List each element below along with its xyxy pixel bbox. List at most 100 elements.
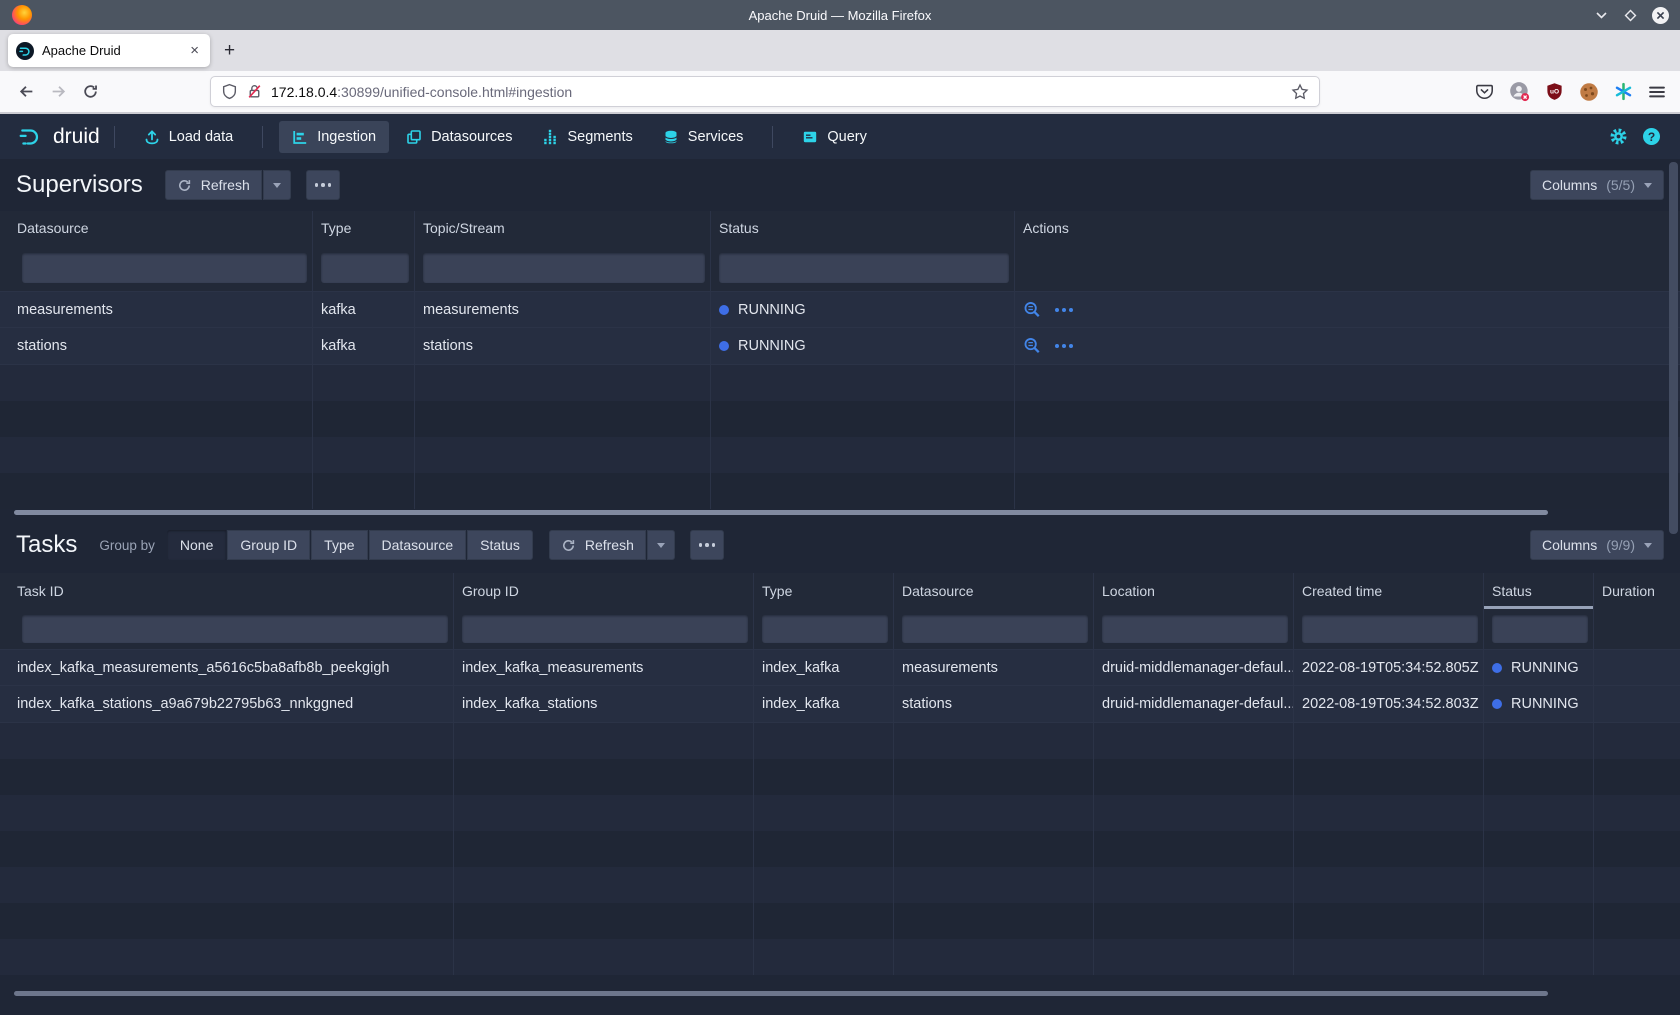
task-row-stations[interactable]: index_kafka_stations_a9a679b22795b63_nnk… xyxy=(0,686,1680,723)
task-id-filter-input[interactable] xyxy=(22,615,448,643)
forward-icon[interactable] xyxy=(42,77,74,107)
tasks-more-button[interactable] xyxy=(690,530,724,560)
settings-gear-icon[interactable] xyxy=(1609,127,1628,146)
nav-item-load-data[interactable]: Load data xyxy=(131,121,247,153)
menu-hamburger-icon[interactable] xyxy=(1648,83,1666,101)
supervisors-columns-button[interactable]: Columns (5/5) xyxy=(1530,170,1664,200)
inspect-magnifier-icon[interactable] xyxy=(1023,337,1041,355)
group-id-filter-input[interactable] xyxy=(462,615,748,643)
status-filter-input[interactable] xyxy=(719,253,1009,283)
divider xyxy=(262,126,263,148)
supervisors-refresh-caret-button[interactable] xyxy=(263,170,291,200)
supervisors-filter-row xyxy=(0,245,1680,291)
reload-icon[interactable] xyxy=(74,77,106,107)
url-bar[interactable]: 172.18.0.4:30899/unified-console.html#in… xyxy=(210,76,1320,107)
column-header-datasource[interactable]: Datasource xyxy=(894,573,1094,609)
help-icon[interactable]: ? xyxy=(1643,128,1660,145)
group-by-datasource-button[interactable]: Datasource xyxy=(369,530,467,560)
browser-toolbar: 172.18.0.4:30899/unified-console.html#in… xyxy=(0,71,1680,114)
empty-cell xyxy=(454,939,754,975)
inspect-magnifier-icon[interactable] xyxy=(1023,301,1041,319)
extension-asterisk-icon[interactable] xyxy=(1614,82,1633,101)
nav-item-ingestion[interactable]: Ingestion xyxy=(279,121,389,153)
task-row-measurements[interactable]: index_kafka_measurements_a5616c5ba8afb8b… xyxy=(0,649,1680,686)
datasources-icon xyxy=(406,129,422,145)
ublock-icon[interactable]: uO xyxy=(1545,82,1564,101)
type-filter-input[interactable] xyxy=(321,253,409,283)
column-header-created-time[interactable]: Created time xyxy=(1294,573,1484,609)
topic-filter-input[interactable] xyxy=(423,253,705,283)
tasks-columns-button[interactable]: Columns (9/9) xyxy=(1530,530,1664,560)
browser-tab-apache-druid[interactable]: Apache Druid × xyxy=(8,34,210,67)
insecure-lock-icon[interactable] xyxy=(246,83,263,100)
group-by-status-button[interactable]: Status xyxy=(467,530,533,560)
nav-item-datasources[interactable]: Datasources xyxy=(393,121,525,153)
window-minimize-icon[interactable] xyxy=(1593,7,1610,24)
column-header-duration[interactable]: Duration xyxy=(1594,573,1680,609)
cookie-icon[interactable] xyxy=(1579,82,1599,102)
empty-cell xyxy=(1094,723,1294,759)
empty-cell xyxy=(1484,831,1594,867)
nav-item-segments[interactable]: Segments xyxy=(529,121,645,153)
tracking-shield-icon[interactable] xyxy=(221,83,238,100)
empty-cell xyxy=(0,723,454,759)
tasks-refresh-button[interactable]: Refresh xyxy=(549,530,646,560)
empty-cell xyxy=(754,867,894,903)
empty-cell xyxy=(1294,939,1484,975)
empty-cell xyxy=(1294,831,1484,867)
type-filter-input[interactable] xyxy=(762,615,888,643)
supervisors-more-button[interactable] xyxy=(306,170,340,200)
supervisors-refresh-button[interactable]: Refresh xyxy=(165,170,262,200)
page-vertical-scrollbar[interactable] xyxy=(1669,162,1678,1002)
empty-row xyxy=(0,437,1680,473)
row-more-icon[interactable] xyxy=(1055,344,1073,348)
supervisor-row-stations[interactable]: stations kafka stations RUNNING xyxy=(0,328,1680,365)
tasks-header: Tasks Group by None Group ID Type Dataso… xyxy=(0,517,1680,573)
empty-cell xyxy=(1294,903,1484,939)
account-icon[interactable] xyxy=(1509,81,1530,102)
group-by-label: Group by xyxy=(99,538,155,553)
tab-close-icon[interactable]: × xyxy=(187,42,202,59)
created-time-filter-input[interactable] xyxy=(1302,615,1478,643)
bookmark-star-icon[interactable] xyxy=(1291,83,1309,101)
empty-cell xyxy=(1594,831,1680,867)
tasks-refresh-caret-button[interactable] xyxy=(647,530,675,560)
datasource-filter-input[interactable] xyxy=(22,253,307,283)
supervisor-row-measurements[interactable]: measurements kafka measurements RUNNING xyxy=(0,291,1680,328)
running-dot-icon xyxy=(1492,663,1502,673)
row-more-icon[interactable] xyxy=(1055,308,1073,312)
column-header-actions[interactable]: Actions xyxy=(1015,211,1680,245)
new-tab-button[interactable]: + xyxy=(224,41,235,60)
empty-cell xyxy=(754,759,894,795)
column-header-type[interactable]: Type xyxy=(313,211,415,245)
nav-item-query[interactable]: Query xyxy=(789,121,880,153)
nav-item-services[interactable]: Services xyxy=(650,121,757,153)
group-by-type-button[interactable]: Type xyxy=(311,530,367,560)
location-filter-input[interactable] xyxy=(1102,615,1288,643)
column-header-datasource[interactable]: Datasource xyxy=(0,211,313,245)
column-header-topic-stream[interactable]: Topic/Stream xyxy=(415,211,711,245)
group-by-none-button[interactable]: None xyxy=(167,530,226,560)
window-close-icon[interactable] xyxy=(1651,6,1670,25)
status-filter-input[interactable] xyxy=(1492,615,1588,643)
druid-logo[interactable]: druid xyxy=(18,124,100,150)
pocket-icon[interactable] xyxy=(1475,82,1494,101)
svg-text:uO: uO xyxy=(1550,88,1559,95)
supervisors-horizontal-scrollbar[interactable] xyxy=(0,509,1680,517)
empty-cell xyxy=(454,795,754,831)
window-maximize-icon[interactable] xyxy=(1622,7,1639,24)
empty-cell xyxy=(754,795,894,831)
group-by-group-id-button[interactable]: Group ID xyxy=(227,530,310,560)
column-header-type[interactable]: Type xyxy=(754,573,894,609)
empty-cell xyxy=(0,473,313,509)
datasource-filter-input[interactable] xyxy=(902,615,1088,643)
column-header-status[interactable]: Status xyxy=(711,211,1015,245)
back-icon[interactable] xyxy=(10,77,42,107)
column-header-task-id[interactable]: Task ID xyxy=(0,573,454,609)
tasks-horizontal-scrollbar[interactable] xyxy=(0,975,1680,1015)
column-header-group-id[interactable]: Group ID xyxy=(454,573,754,609)
chevron-down-icon xyxy=(1644,183,1652,188)
empty-row xyxy=(0,903,1680,939)
column-header-status-sorted[interactable]: Status xyxy=(1484,573,1594,609)
column-header-location[interactable]: Location xyxy=(1094,573,1294,609)
